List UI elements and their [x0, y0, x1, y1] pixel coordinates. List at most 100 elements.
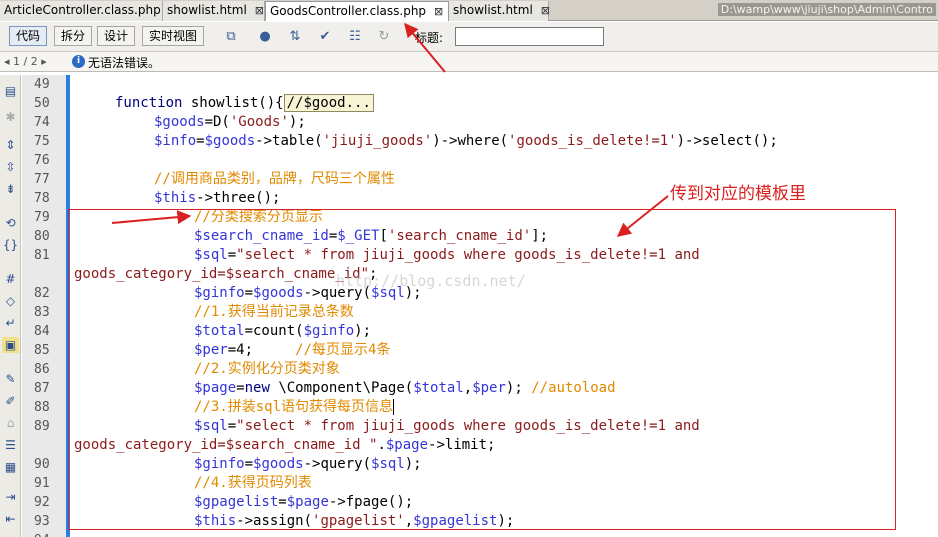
close-icon[interactable]: ⊠ [255, 1, 264, 20]
syntax-status-bar: ◂ 1 / 2 ▸ i 无语法错误。 [0, 52, 938, 72]
line-number: 82 [34, 286, 50, 301]
code-line: $this->assign('gpagelist',$gpagelist); [194, 513, 515, 529]
show-code-navigator-icon[interactable]: ✱ [2, 109, 19, 125]
balance-braces-icon[interactable]: {} [2, 237, 19, 253]
tab-label: GoodsController.class.php [270, 4, 427, 18]
document-toolbar: 代码 拆分 设计 实时视图 ⧉ ● ⇅ ✔ ☷ ↻ 标题: [0, 22, 938, 52]
file-path: D:\wamp\www\jiuji\shop\Admin\Contro [717, 3, 936, 16]
file-transfer-icon[interactable]: ⇅ [286, 28, 304, 46]
code-line: $sql="select * from jiuji_goods where go… [194, 418, 700, 434]
syntax-message: 无语法错误。 [88, 56, 161, 70]
line-number: 77 [34, 172, 50, 187]
design-view-button[interactable]: 设计 [97, 26, 136, 46]
code-line: $page=new \Component\Page($total,$per); … [194, 380, 616, 396]
indent-code-icon[interactable]: ⇥ [2, 489, 19, 505]
highlight-invalid-icon[interactable]: ◇ [2, 293, 19, 309]
code-line: //3.拼装sql语句获得每页信息 [194, 399, 395, 415]
line-number: 78 [34, 191, 50, 206]
code-line: //4.获得页码列表 [194, 475, 312, 491]
close-icon[interactable]: ⊠ [434, 2, 443, 21]
tab-label: ArticleController.class.php [4, 3, 161, 17]
collapse-selection-icon[interactable]: ⇳ [2, 159, 19, 175]
code-line: //分类搜索分页显示 [194, 209, 323, 225]
code-line: goods_category_id=$search_cname_id"; [74, 266, 378, 282]
info-icon: i [72, 55, 85, 68]
remove-comment-icon[interactable]: ✐ [2, 393, 19, 409]
title-input[interactable] [455, 27, 604, 46]
line-number: 85 [34, 343, 50, 358]
line-number: 88 [34, 400, 50, 415]
line-number: 80 [34, 229, 50, 244]
line-number: 84 [34, 324, 50, 339]
collapse-tag-icon[interactable]: ⇕ [2, 137, 19, 153]
tab-article-controller[interactable]: ArticleController.class.php⊠ [0, 1, 178, 21]
visual-aids-icon[interactable]: ☷ [346, 28, 364, 46]
code-view-button[interactable]: 代码 [9, 26, 48, 46]
open-documents-icon[interactable]: ▤ [2, 83, 19, 99]
close-icon[interactable]: ⊠ [541, 1, 550, 20]
text-cursor [393, 399, 395, 415]
line-number: 81 [34, 248, 50, 263]
watermark: http://blog.csdn.net/ [336, 272, 526, 290]
select-parent-tag-icon[interactable]: ⟲ [2, 215, 19, 231]
annotation-text: 传到对应的模板里 [670, 184, 806, 204]
line-number: 87 [34, 381, 50, 396]
preview-globe-icon[interactable]: ● [256, 28, 274, 46]
recent-snippets-icon[interactable]: ☰ [2, 437, 19, 453]
multiscreen-icon[interactable]: ⧉ [222, 28, 240, 46]
outdent-code-icon[interactable]: ⇤ [2, 511, 19, 527]
line-number: 50 [34, 96, 50, 111]
tab-label: showlist.html [453, 3, 533, 17]
code-line: $per=4; //每页显示4条 [194, 342, 391, 358]
line-number: 89 [34, 419, 50, 434]
code-line: //1.获得当前记录总条数 [194, 304, 354, 320]
tab-showlist-2[interactable]: showlist.html ⊠ [449, 1, 550, 21]
line-number: 94 [22, 531, 69, 537]
apply-comment-icon[interactable]: ✎ [2, 371, 19, 387]
code-line: goods_category_id=$search_cname_id ".$pa… [74, 437, 496, 453]
line-number: 79 [34, 210, 50, 225]
live-view-button[interactable]: 实时视图 [142, 26, 205, 46]
tab-showlist-1[interactable]: showlist.html ⊠ [163, 1, 265, 21]
code-line: $this->three(); [154, 190, 281, 206]
line-number: 90 [34, 457, 50, 472]
line-number [22, 265, 69, 284]
collapsed-code-marker[interactable]: //$good... [283, 94, 374, 112]
line-number-gutter: 49 50 74 75 76 77 78 79 80 81 82 83 84 8… [22, 75, 69, 537]
line-numbers-icon[interactable]: # [2, 271, 19, 287]
line-number: 83 [34, 305, 50, 320]
wrap-tag-icon[interactable]: ⌂ [2, 415, 19, 431]
expand-all-icon[interactable]: ⇟ [2, 181, 19, 197]
line-number: 93 [34, 514, 50, 529]
code-line: //调用商品类别，品牌，尺码三个属性 [154, 171, 395, 187]
line-number: 92 [34, 495, 50, 510]
document-tab-bar: ArticleController.class.php⊠ showlist.ht… [0, 0, 938, 21]
move-css-icon[interactable]: ▦ [2, 459, 19, 475]
split-view-button[interactable]: 拆分 [54, 26, 93, 46]
code-line: $info=$goods->table('jiuji_goods')->wher… [154, 133, 778, 149]
line-number: 91 [34, 476, 50, 491]
line-number: 86 [34, 362, 50, 377]
code-line: $sql="select * from jiuji_goods where go… [194, 247, 700, 263]
syntax-coloring-icon[interactable]: ▣ [2, 337, 19, 353]
code-line: //2.实例化分页类对象 [194, 361, 340, 377]
page-number: 1 / 2 [13, 55, 38, 68]
browser-check-icon[interactable]: ✔ [316, 28, 334, 46]
page-indicator[interactable]: ◂ 1 / 2 ▸ [4, 55, 47, 68]
line-number [22, 436, 69, 455]
code-line: $goods=D('Goods'); [154, 114, 306, 130]
code-editor[interactable]: function showlist(){//$good... $goods=D(… [70, 75, 938, 537]
code-line: $total=count($ginfo); [194, 323, 372, 339]
tab-goods-controller[interactable]: GoodsController.class.php ⊠ [265, 1, 449, 21]
code-line: $ginfo=$goods->query($sql); [194, 456, 422, 472]
line-number: 75 [34, 134, 50, 149]
line-number: 49 [34, 77, 50, 92]
code-line: $search_cname_id=$_GET['search_cname_id'… [194, 228, 549, 244]
line-number: 76 [34, 153, 50, 168]
line-number: 74 [34, 115, 50, 130]
code-line: $gpagelist=$page->fpage(); [194, 494, 414, 510]
refresh-icon[interactable]: ↻ [375, 28, 393, 46]
code-line: function showlist(){//$good... [115, 94, 374, 113]
tab-label: showlist.html [167, 3, 247, 17]
word-wrap-icon[interactable]: ↵ [2, 315, 19, 331]
